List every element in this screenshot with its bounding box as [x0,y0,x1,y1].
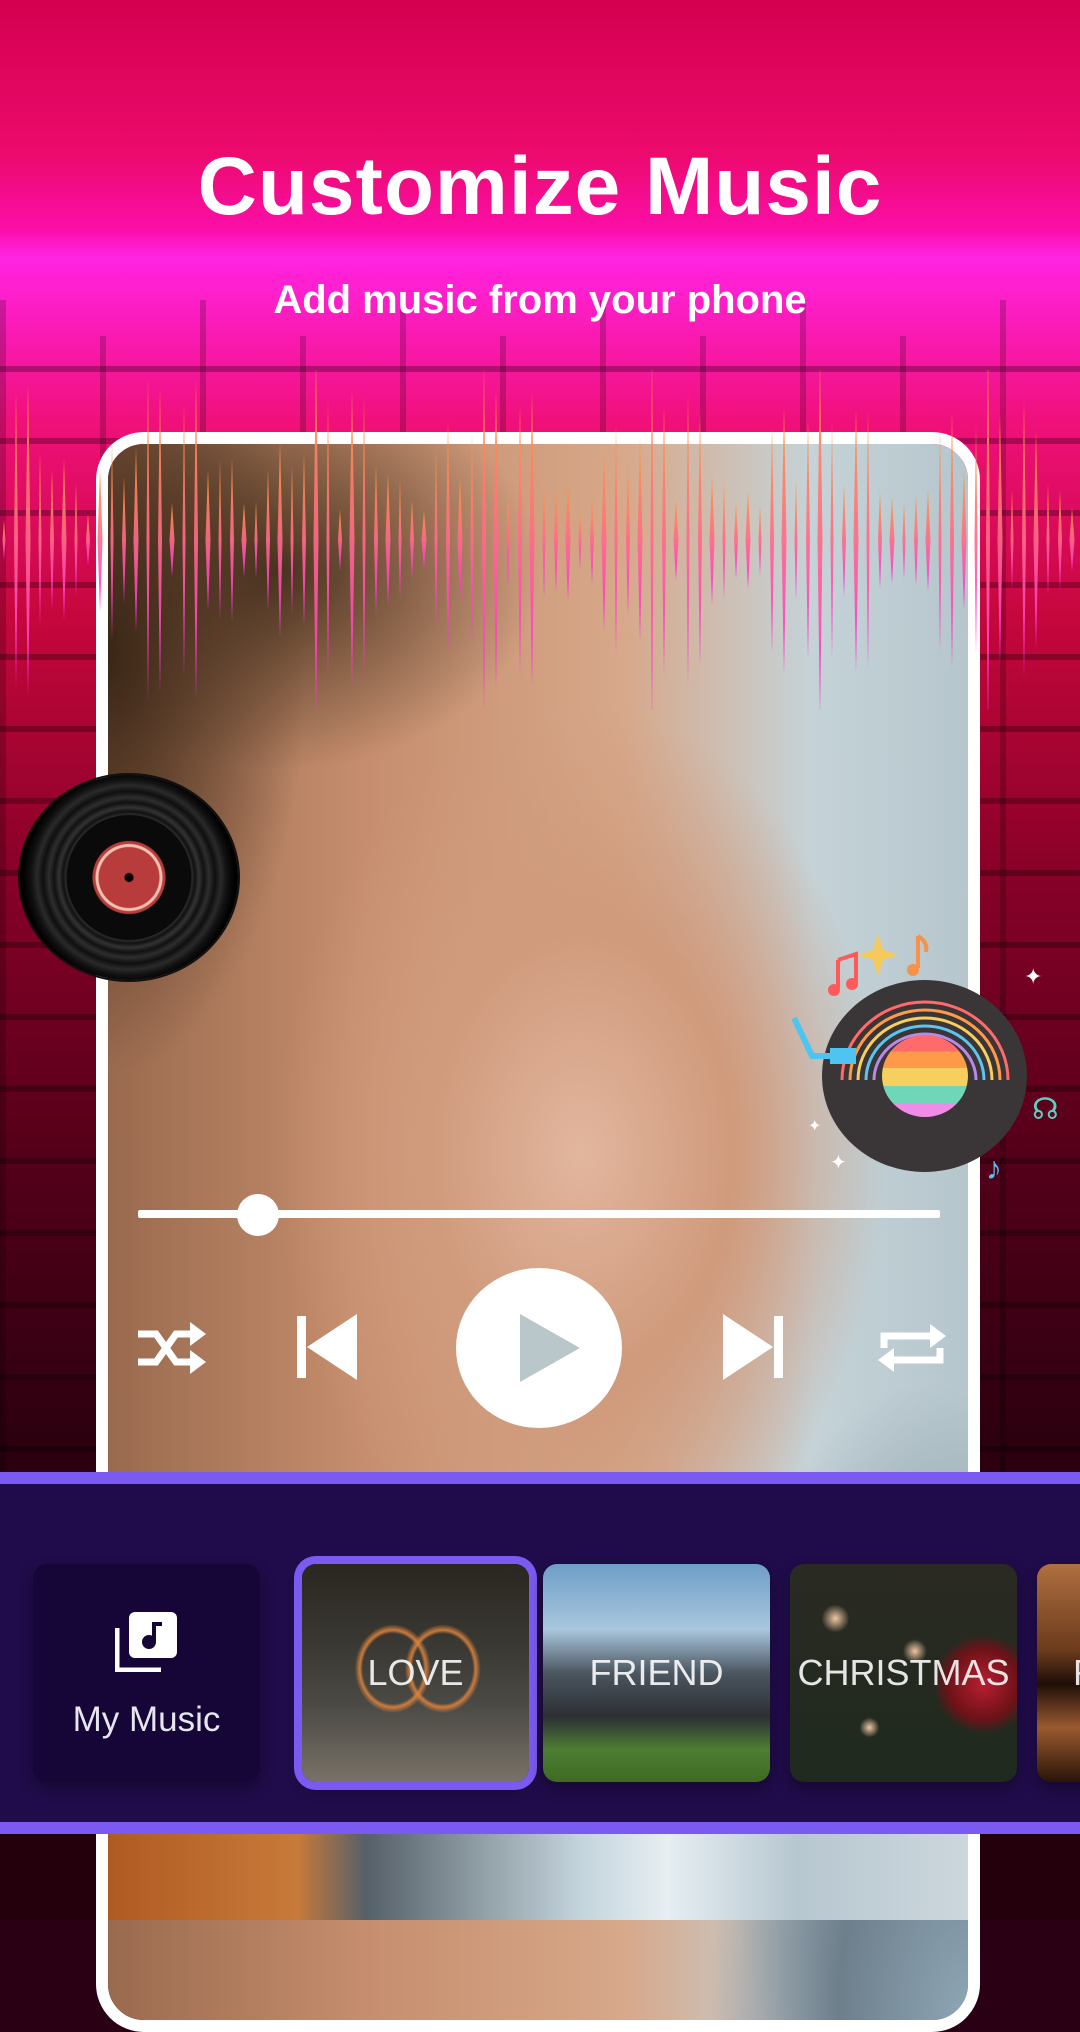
music-library-icon [115,1612,177,1672]
category-tile-love[interactable]: LOVE [302,1564,529,1782]
background-strip-right [980,1834,1080,1920]
skip-next-icon [723,1314,783,1380]
tonearm-icon [791,1016,856,1064]
shuffle-button[interactable] [134,1318,210,1378]
my-music-button[interactable]: My Music [33,1564,260,1782]
repeat-icon [878,1324,946,1372]
category-label: CHRISTMAS [797,1652,1010,1693]
background-strip-left [0,1834,96,1920]
music-note-icon: ♪ [986,1150,1002,1186]
rainbow-record-label [882,1035,968,1117]
vinyl-record-icon [20,775,238,980]
category-label: F [1037,1652,1080,1694]
my-music-label: My Music [72,1700,221,1739]
phone-photo-continued [96,1834,980,1920]
next-button[interactable] [718,1314,788,1380]
play-button[interactable] [456,1268,622,1428]
progress-slider-thumb[interactable] [237,1194,280,1236]
play-icon [520,1314,580,1382]
page-title: Customize Music [197,141,883,232]
music-category-panel: My Music LOVE FRIEND CHRISTMAS F [0,1472,1080,1834]
category-label: LOVE [367,1652,464,1693]
previous-button[interactable] [292,1314,362,1380]
category-label: FRIEND [589,1652,724,1693]
skip-previous-icon [297,1314,357,1380]
music-notes-icon [828,934,929,996]
sparkle-icon: ✦ [1024,964,1043,989]
category-tile-friend[interactable]: FRIEND [543,1564,770,1782]
category-tile-partial[interactable]: F [1037,1564,1080,1782]
sparkle-icon: ✦ [808,1118,822,1135]
sparkle-icon: ✦ [830,1152,847,1174]
page-subtitle: Add music from your phone [273,278,807,322]
shuffle-icon [138,1322,206,1374]
repeat-button[interactable] [874,1318,950,1378]
category-tile-christmas[interactable]: CHRISTMAS [790,1564,1017,1782]
earphones-icon: ☊ [1032,1093,1059,1126]
